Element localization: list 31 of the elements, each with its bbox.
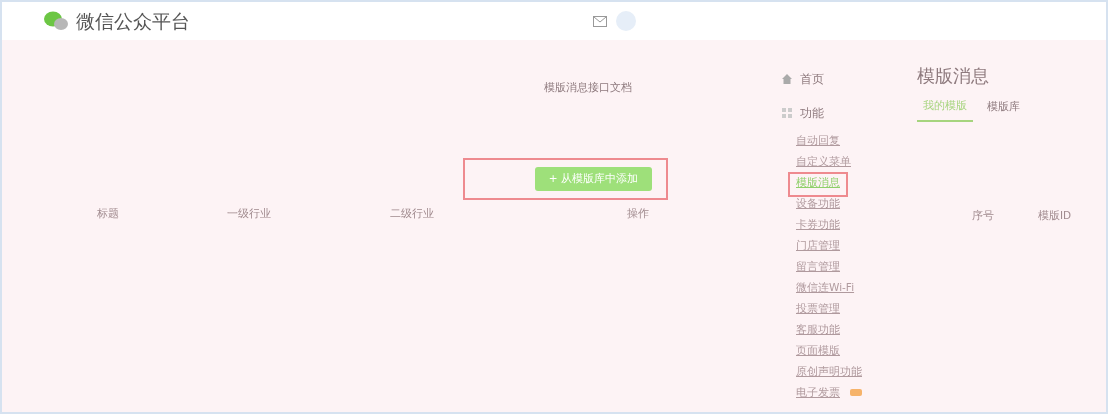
sidebar-item[interactable]: 微信连Wi-Fi (790, 279, 861, 300)
column-header: 序号 (972, 207, 994, 223)
sidebar-item[interactable]: 自定义菜单 (790, 153, 857, 174)
column-header: 标题 (97, 205, 120, 221)
add-template-button[interactable]: + 从模版库中添加 (534, 166, 652, 191)
column-header: 模版ID (1038, 207, 1072, 223)
sidebar-item[interactable]: 留言管理 (790, 258, 846, 279)
sidebar-section[interactable]: 功能 (800, 104, 824, 122)
doc-link[interactable]: 模版消息接口文档 (544, 80, 632, 96)
tab[interactable]: 模版库 (981, 97, 1026, 122)
sidebar-item[interactable]: 设备功能 (790, 195, 846, 216)
logo-text: 微信公众平台 (76, 8, 190, 34)
mail-icon[interactable] (593, 15, 607, 27)
sidebar-item[interactable]: 卡券功能 (790, 216, 846, 237)
column-header: 一级行业 (227, 205, 272, 221)
sidebar-item[interactable]: 自动回复 (790, 132, 846, 153)
column-header: 操作 (627, 205, 649, 221)
sidebar-item[interactable]: 原创声明功能 (790, 363, 868, 384)
sidebar-item[interactable]: 投票管理 (790, 300, 846, 321)
sidebar-section[interactable]: 首页 (800, 70, 824, 88)
home-icon (782, 74, 792, 84)
sidebar-item[interactable]: 客服功能 (790, 321, 846, 342)
sidebar-item[interactable]: 门店管理 (790, 237, 846, 258)
sidebar-item[interactable]: 模版消息 (790, 174, 846, 195)
page-title: 模版消息 (917, 64, 990, 88)
grid-icon (782, 108, 792, 118)
logo-icon (44, 11, 68, 31)
sidebar-item[interactable]: 电子发票 (790, 384, 846, 405)
sidebar-item[interactable]: 页面模版 (790, 342, 846, 363)
tab[interactable]: 我的模版 (917, 97, 973, 122)
column-header: 二级行业 (390, 205, 435, 221)
